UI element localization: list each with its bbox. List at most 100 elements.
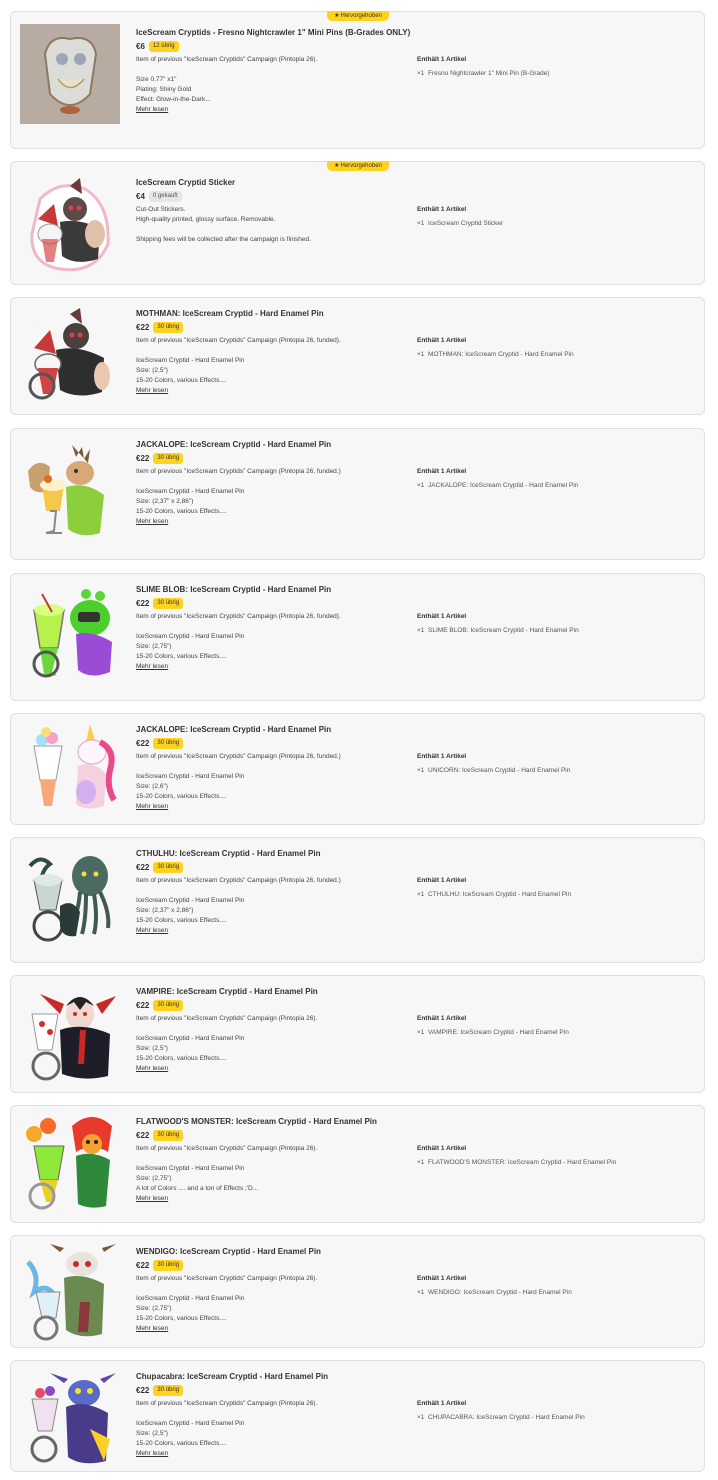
featured-badge: ★Hervorgehoben: [327, 11, 389, 21]
product-image-sticker[interactable]: [20, 174, 120, 274]
product-title[interactable]: FLATWOOD'S MONSTER: IceScream Cryptid - …: [136, 1117, 377, 1126]
product-title[interactable]: CTHULHU: IceScream Cryptid - Hard Enamel…: [136, 849, 320, 858]
contains-label: Enthält 1 Artikel: [417, 1015, 467, 1022]
product-description: Item of previous "IceScream Cryptids" Ca…: [136, 336, 396, 396]
contained-item: ×1 MOTHMAN: IceScream Cryptid - Hard Ena…: [417, 351, 574, 358]
price: €22: [136, 1130, 150, 1140]
contained-item: ×1 VAMPIRE: IceScream Cryptid - Hard Ena…: [417, 1029, 569, 1036]
product-card-vampire[interactable]: VAMPIRE: IceScream Cryptid - Hard Enamel…: [10, 975, 705, 1093]
stock-badge: 12 übrig: [148, 40, 179, 52]
product-card-sticker[interactable]: ★Hervorgehoben IceScream Cryptid Sticker…: [10, 161, 705, 285]
product-title[interactable]: Chupacabra: IceScream Cryptid - Hard Ena…: [136, 1372, 328, 1381]
contains-label: Enthält 1 Artikel: [417, 1400, 467, 1407]
product-card-unicorn[interactable]: JACKALOPE: IceScream Cryptid - Hard Enam…: [10, 713, 705, 825]
product-card-fresno[interactable]: ★Hervorgehoben IceScream Cryptids - Fres…: [10, 11, 705, 149]
stock-badge: 30 übrig: [153, 861, 184, 873]
price-line: €22 30 übrig: [136, 1384, 184, 1396]
stock-badge: 30 übrig: [153, 999, 184, 1011]
product-image-unicorn[interactable]: [20, 720, 120, 820]
product-title[interactable]: JACKALOPE: IceScream Cryptid - Hard Enam…: [136, 725, 331, 734]
contained-item: ×1 IceScream Cryptid Sticker: [417, 220, 504, 227]
product-image-flatwoods-monster[interactable]: [20, 1112, 120, 1212]
price: €6: [136, 41, 145, 51]
price: €22: [136, 598, 150, 608]
stock-badge: 0 gekauft: [148, 190, 182, 202]
product-description: Item of previous "IceScream Cryptids" Ca…: [136, 467, 396, 527]
product-description: Item of previous "IceScream Cryptids" Ca…: [136, 1144, 396, 1204]
price: €4: [136, 191, 145, 201]
read-more-link[interactable]: Mehr lesen: [136, 386, 396, 396]
stock-badge: 30 übrig: [153, 597, 184, 609]
featured-badge: ★Hervorgehoben: [327, 161, 389, 171]
contained-item: ×1 WENDIGO: IceScream Cryptid - Hard Ena…: [417, 1289, 572, 1296]
price-line: €22 30 übrig: [136, 1129, 184, 1141]
product-card-slime-blob[interactable]: SLIME BLOB: IceScream Cryptid - Hard Ena…: [10, 573, 705, 701]
product-description: Item of previous "IceScream Cryptids" Ca…: [136, 55, 396, 115]
product-image-wendigo[interactable]: [20, 1242, 120, 1342]
product-card-chupacabra[interactable]: Chupacabra: IceScream Cryptid - Hard Ena…: [10, 1360, 705, 1472]
product-title[interactable]: IceScream Cryptid Sticker: [136, 178, 235, 187]
product-title[interactable]: WENDIGO: IceScream Cryptid - Hard Enamel…: [136, 1247, 321, 1256]
read-more-link[interactable]: Mehr lesen: [136, 1194, 396, 1204]
product-title[interactable]: IceScream Cryptids - Fresno Nightcrawler…: [136, 28, 410, 37]
price-line: €22 30 übrig: [136, 737, 184, 749]
product-title[interactable]: MOTHMAN: IceScream Cryptid - Hard Enamel…: [136, 309, 324, 318]
contains-label: Enthält 1 Artikel: [417, 753, 467, 760]
price: €22: [136, 862, 150, 872]
product-image-chupacabra[interactable]: [20, 1369, 120, 1469]
read-more-link[interactable]: Mehr lesen: [136, 1064, 396, 1074]
contains-label: Enthält 1 Artikel: [417, 1145, 467, 1152]
product-image-fresno[interactable]: [20, 24, 120, 124]
read-more-link[interactable]: Mehr lesen: [136, 105, 396, 115]
read-more-link[interactable]: Mehr lesen: [136, 1449, 396, 1459]
product-card-flatwoods-monster[interactable]: FLATWOOD'S MONSTER: IceScream Cryptid - …: [10, 1105, 705, 1223]
read-more-link[interactable]: Mehr lesen: [136, 662, 396, 672]
product-card-mothman[interactable]: MOTHMAN: IceScream Cryptid - Hard Enamel…: [10, 297, 705, 415]
price: €22: [136, 1385, 150, 1395]
product-description: Item of previous "IceScream Cryptids" Ca…: [136, 876, 396, 936]
product-description: Item of previous "IceScream Cryptids" Ca…: [136, 1014, 396, 1074]
read-more-link[interactable]: Mehr lesen: [136, 1324, 396, 1334]
stock-badge: 30 übrig: [153, 321, 184, 333]
price-line: €6 12 übrig: [136, 40, 179, 52]
star-icon: ★: [334, 163, 340, 169]
product-image-mothman[interactable]: [20, 306, 120, 406]
product-card-jackalope[interactable]: JACKALOPE: IceScream Cryptid - Hard Enam…: [10, 428, 705, 560]
price-line: €22 30 übrig: [136, 1259, 184, 1271]
contained-item: ×1 CTHULHU: IceScream Cryptid - Hard Ena…: [417, 891, 572, 898]
price-line: €22 30 übrig: [136, 452, 184, 464]
contained-item: ×1 FLATWOOD'S MONSTER: IceScream Cryptid…: [417, 1159, 617, 1166]
product-image-jackalope[interactable]: [20, 441, 120, 541]
price: €22: [136, 453, 150, 463]
price-line: €22 30 übrig: [136, 321, 184, 333]
read-more-link[interactable]: Mehr lesen: [136, 517, 396, 527]
product-title[interactable]: JACKALOPE: IceScream Cryptid - Hard Enam…: [136, 440, 331, 449]
price-line: €22 30 übrig: [136, 597, 184, 609]
contained-item: ×1 SLIME BLOB: IceScream Cryptid - Hard …: [417, 627, 579, 634]
price: €22: [136, 1260, 150, 1270]
read-more-link[interactable]: Mehr lesen: [136, 926, 396, 936]
product-image-slime-blob[interactable]: [20, 582, 120, 682]
product-image-vampire[interactable]: [20, 984, 120, 1084]
contains-label: Enthält 1 Artikel: [417, 877, 467, 884]
product-card-wendigo[interactable]: WENDIGO: IceScream Cryptid - Hard Enamel…: [10, 1235, 705, 1348]
contained-item: ×1 CHUPACABRA: IceScream Cryptid - Hard …: [417, 1414, 585, 1421]
product-description: Item of previous "IceScream Cryptids" Ca…: [136, 612, 396, 672]
contained-item: ×1 JACKALOPE: IceScream Cryptid - Hard E…: [417, 482, 579, 489]
price: €22: [136, 1000, 150, 1010]
price-line: €22 30 übrig: [136, 999, 184, 1011]
stock-badge: 30 übrig: [153, 1129, 184, 1141]
product-description: Item of previous "IceScream Cryptids" Ca…: [136, 1274, 396, 1334]
product-description: Item of previous "IceScream Cryptids" Ca…: [136, 752, 396, 812]
contained-item: ×1 Fresno Nightcrawler 1" Mini Pin (B-Gr…: [417, 70, 550, 77]
product-image-cthulhu[interactable]: [20, 846, 120, 946]
star-icon: ★: [334, 13, 340, 19]
product-title[interactable]: SLIME BLOB: IceScream Cryptid - Hard Ena…: [136, 585, 331, 594]
price-line: €4 0 gekauft: [136, 190, 182, 202]
read-more-link[interactable]: Mehr lesen: [136, 802, 396, 812]
stock-badge: 30 übrig: [153, 452, 184, 464]
contains-label: Enthält 1 Artikel: [417, 206, 467, 213]
product-title[interactable]: VAMPIRE: IceScream Cryptid - Hard Enamel…: [136, 987, 318, 996]
product-card-cthulhu[interactable]: CTHULHU: IceScream Cryptid - Hard Enamel…: [10, 837, 705, 963]
price-line: €22 30 übrig: [136, 861, 184, 873]
